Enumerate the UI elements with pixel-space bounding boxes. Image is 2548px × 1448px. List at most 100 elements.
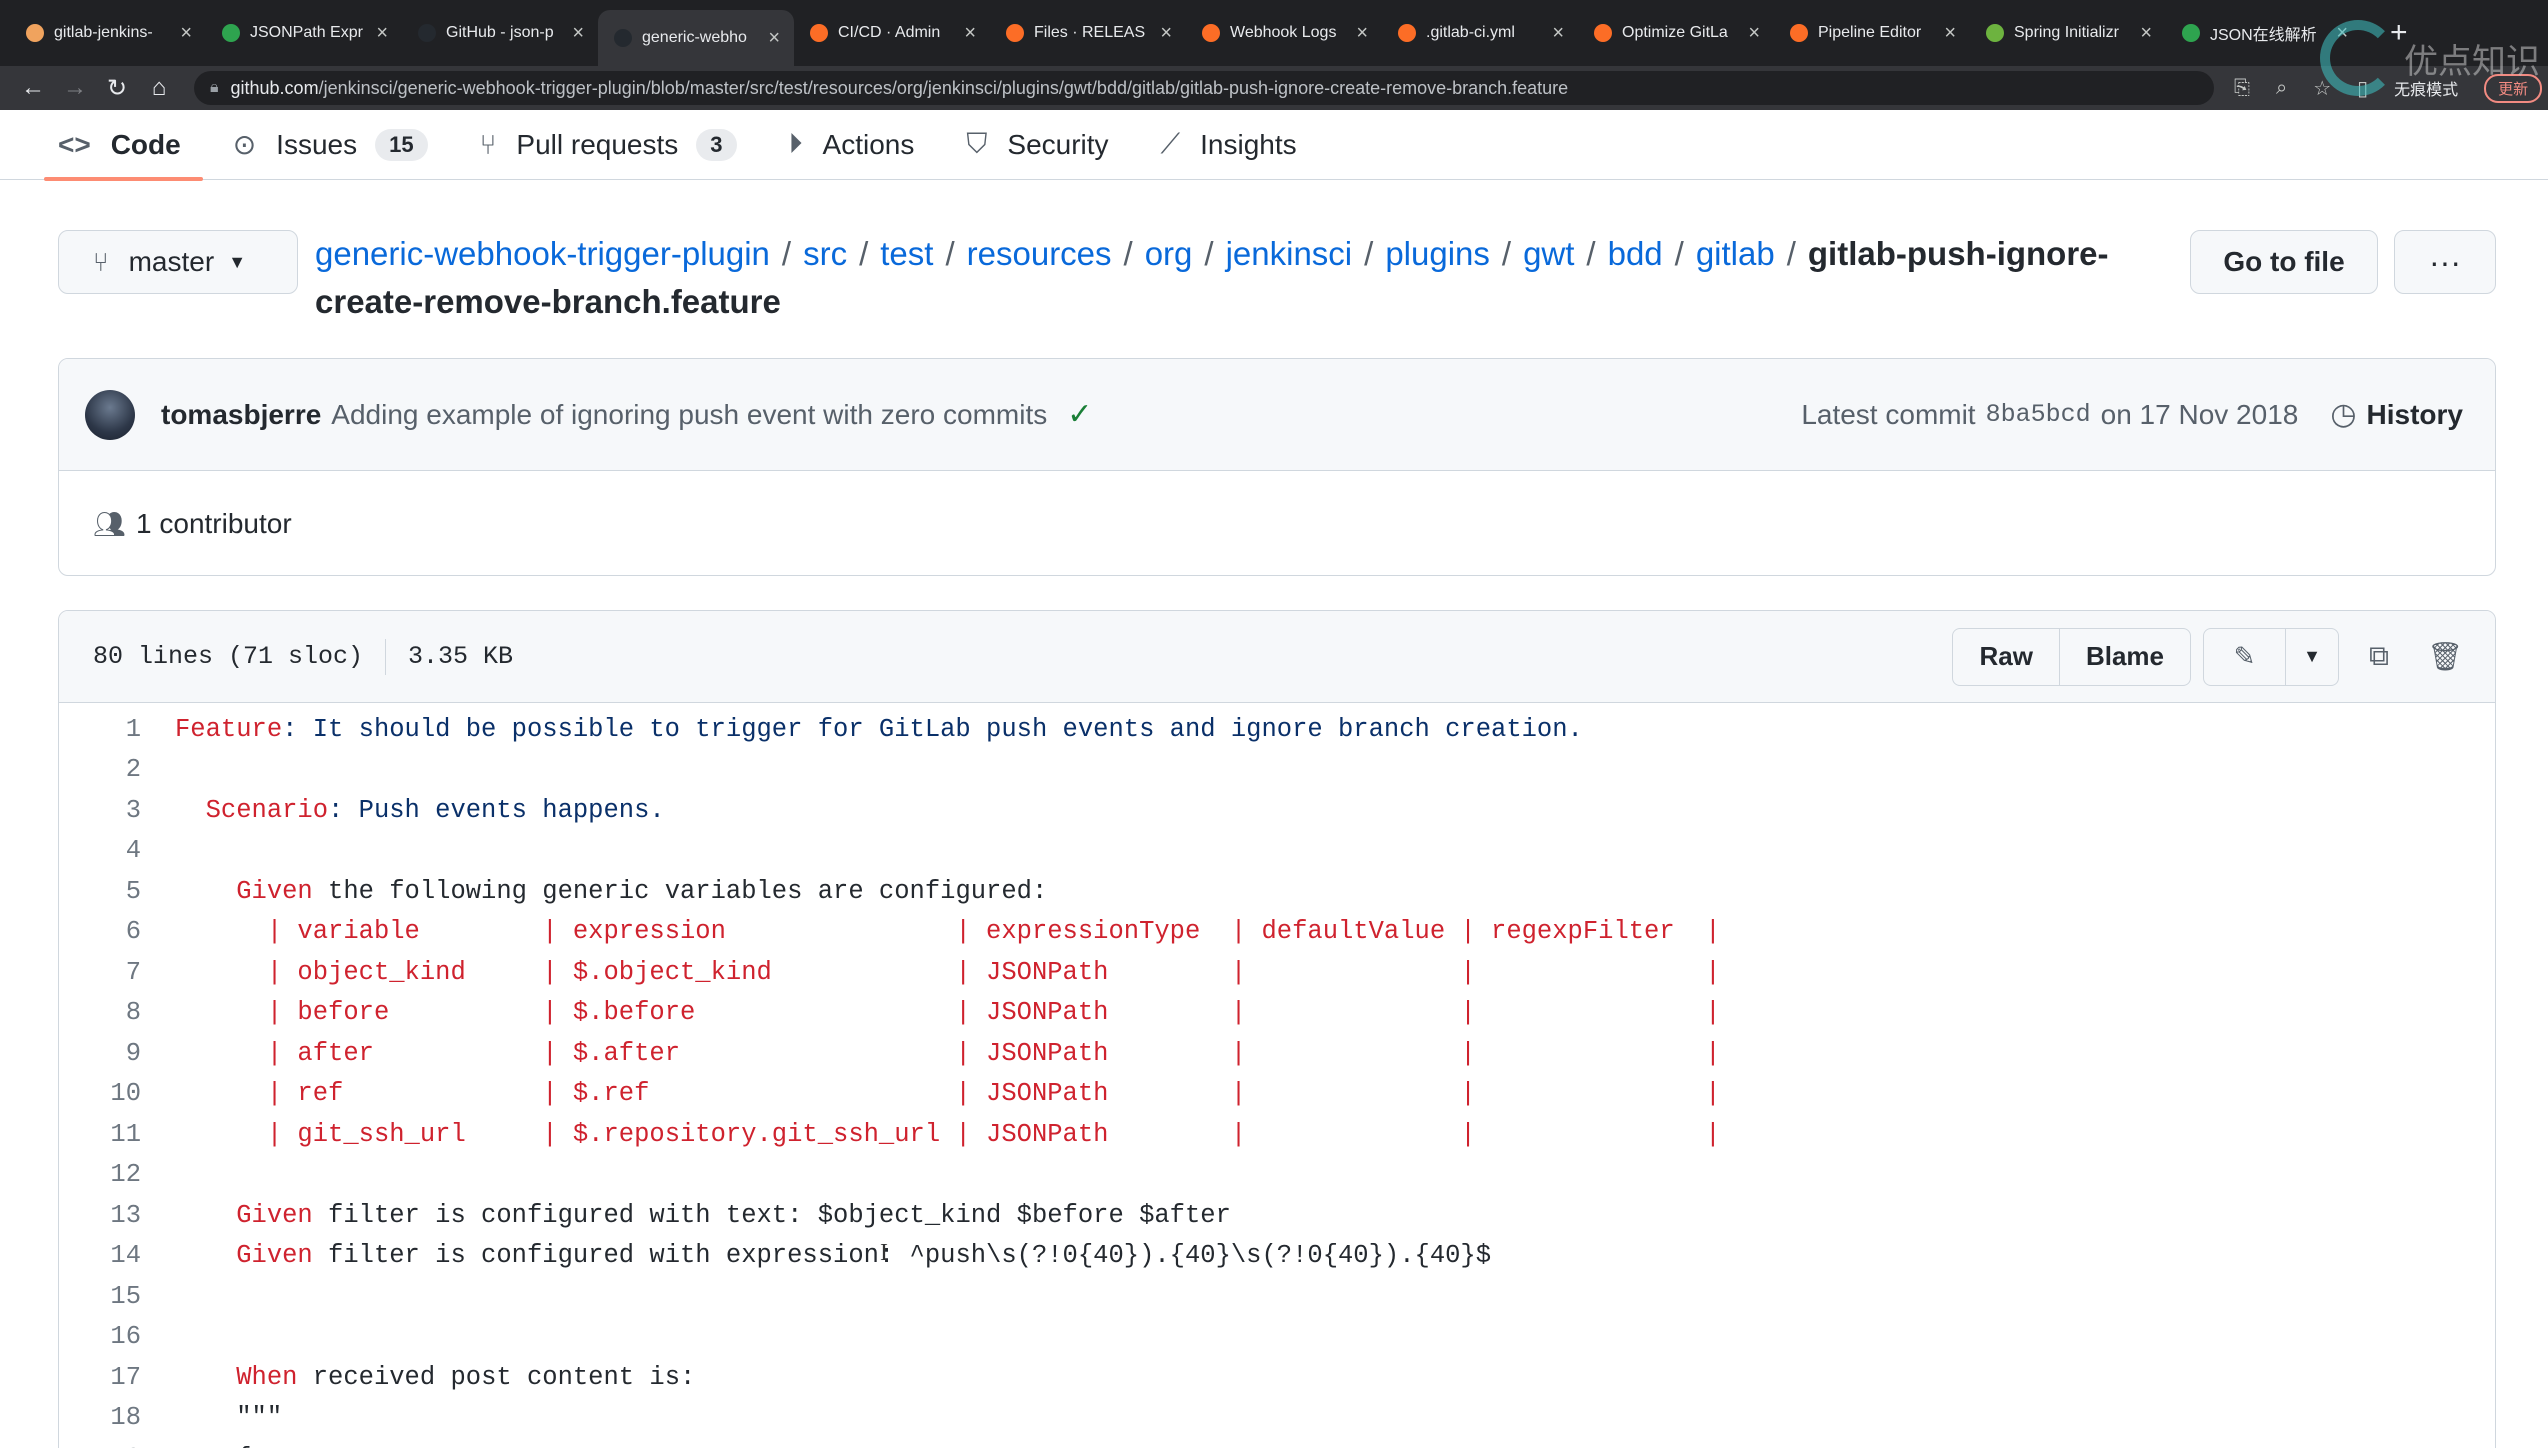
browser-tab-title: Pipeline Editor [1818, 24, 1922, 41]
breadcrumb-link[interactable]: jenkinsci [1226, 235, 1353, 272]
tab-security-label: Security [1007, 128, 1109, 160]
close-tab-icon[interactable]: × [376, 22, 388, 45]
check-icon[interactable]: ✓ [1067, 397, 1092, 432]
header-divider [385, 638, 387, 675]
breadcrumb-link[interactable]: org [1145, 235, 1193, 272]
tab-security[interactable]: ⛉ Security [966, 110, 1108, 180]
line-number[interactable]: 13 [59, 1201, 141, 1230]
trash-icon[interactable]: 🗑︎ [2419, 640, 2471, 673]
branch-select-button[interactable]: ⑂ master ▼ [58, 230, 298, 294]
blame-button[interactable]: Blame [2060, 629, 2190, 685]
line-number[interactable]: 9 [59, 1039, 141, 1068]
home-icon[interactable]: ⌂ [138, 74, 180, 102]
line-number[interactable]: 15 [59, 1282, 141, 1311]
tab-code[interactable]: <> Code [44, 110, 203, 181]
browser-tab[interactable]: gitlab-jenkins- × [10, 9, 206, 57]
tab-actions[interactable]: ⏵ Actions [789, 110, 915, 180]
avatar[interactable] [85, 389, 135, 440]
line-content: Given the following generic variables ar… [141, 877, 1047, 906]
breadcrumb-link[interactable]: plugins [1385, 235, 1490, 272]
line-number[interactable]: 7 [59, 958, 141, 987]
browser-tab[interactable]: Spring Initializr × [1970, 9, 2166, 57]
breadcrumb-link[interactable]: src [803, 235, 847, 272]
line-number[interactable]: 18 [59, 1403, 141, 1432]
breadcrumb-link[interactable]: gwt [1523, 235, 1574, 272]
git-pull-request-icon: ⑂ [479, 128, 497, 160]
browser-tab[interactable]: Files · RELEAS × [990, 9, 1186, 57]
close-tab-icon[interactable]: × [1160, 22, 1172, 45]
close-tab-icon[interactable]: × [1552, 22, 1564, 45]
line-number[interactable]: 8 [59, 998, 141, 1027]
triangle-down-icon[interactable]: ▼ [2286, 629, 2338, 685]
close-tab-icon[interactable]: × [1748, 22, 1760, 45]
tab-issues[interactable]: ⊙ Issues 15 [233, 110, 428, 180]
breadcrumb-link[interactable]: generic-webhook-trigger-plugin [315, 235, 770, 272]
line-number[interactable]: 3 [59, 796, 141, 825]
browser-tab[interactable]: generic-webho × [598, 10, 794, 66]
close-tab-icon[interactable]: × [572, 22, 584, 45]
line-number[interactable]: 19 [59, 1444, 141, 1448]
favicon-icon [810, 24, 828, 42]
more-options-button[interactable]: ··· [2394, 230, 2496, 294]
breadcrumb-link[interactable]: bdd [1608, 235, 1663, 272]
line-number[interactable]: 2 [59, 755, 141, 784]
close-tab-icon[interactable]: × [1356, 22, 1368, 45]
commit-message[interactable]: Adding example of ignoring push event wi… [331, 399, 1047, 431]
back-icon[interactable]: ← [12, 74, 54, 102]
zoom-icon[interactable]: ⌕ [2276, 77, 2287, 100]
browser-tab[interactable]: Webhook Logs × [1186, 9, 1382, 57]
line-number[interactable]: 16 [59, 1322, 141, 1351]
contributors-row[interactable]: 👥︎ 1 contributor [59, 471, 2495, 575]
commit-sha[interactable]: 8ba5bcd [1986, 400, 2091, 429]
breadcrumb-link[interactable]: test [880, 235, 933, 272]
pencil-icon[interactable]: ✎ [2204, 628, 2286, 685]
browser-tab[interactable]: Pipeline Editor × [1774, 9, 1970, 57]
line-content: Scenario: Push events happens. [141, 796, 665, 825]
close-tab-icon[interactable]: × [768, 27, 780, 50]
browser-tab[interactable]: JSONPath Expr × [206, 9, 402, 57]
breadcrumb-separator: / [1586, 235, 1596, 272]
commit-author[interactable]: tomasbjerre [161, 399, 321, 431]
address-bar[interactable]: 🔒︎ github.com/jenkinsci/generic-webhook-… [194, 71, 2214, 105]
breadcrumb-separator: / [1786, 235, 1796, 272]
browser-tab[interactable]: CI/CD · Admin × [794, 9, 990, 57]
breadcrumb-link[interactable]: resources [967, 235, 1112, 272]
forward-icon[interactable]: → [54, 74, 96, 102]
line-number[interactable]: 11 [59, 1120, 141, 1149]
gherkin-keyword: Given [236, 876, 313, 906]
line-number[interactable]: 17 [59, 1363, 141, 1392]
browser-tab[interactable]: Optimize GitLa × [1578, 9, 1774, 57]
raw-button[interactable]: Raw [1953, 628, 2060, 685]
close-tab-icon[interactable]: × [180, 22, 192, 45]
browser-tab-title: GitHub - json-p [446, 24, 554, 41]
tab-pull-requests[interactable]: ⑂ Pull requests 3 [480, 110, 737, 180]
graph-icon: ⟋ [1160, 128, 1181, 159]
reload-icon[interactable]: ↻ [96, 74, 138, 103]
line-number[interactable]: 1 [59, 715, 141, 744]
code-line: 16 [59, 1317, 2495, 1358]
close-tab-icon[interactable]: × [2140, 22, 2152, 45]
copy-icon[interactable]: ⧉ [2353, 640, 2405, 673]
breadcrumb-link[interactable]: gitlab [1696, 235, 1775, 272]
tab-insights[interactable]: ⟋ Insights [1161, 110, 1297, 180]
code-text: : It should be possible to trigger for G… [282, 714, 1583, 744]
history-link[interactable]: ◷ History [2330, 397, 2463, 432]
line-number[interactable]: 6 [59, 917, 141, 946]
code-text: | before | $.before | JSONPath | | | [266, 998, 1721, 1028]
code-text: | after | $.after | JSONPath | | | [266, 1038, 1721, 1068]
code-text: the following generic variables are conf… [312, 876, 1048, 906]
line-content: Given filter is configured with expressi… [141, 1241, 1491, 1270]
line-number[interactable]: 14 [59, 1241, 141, 1270]
close-tab-icon[interactable]: × [964, 22, 976, 45]
line-number[interactable]: 10 [59, 1079, 141, 1108]
go-to-file-button[interactable]: Go to file [2190, 230, 2378, 294]
line-number[interactable]: 5 [59, 877, 141, 906]
line-number[interactable]: 12 [59, 1160, 141, 1189]
browser-tab[interactable]: .gitlab-ci.yml × [1382, 9, 1578, 57]
browser-tab[interactable]: GitHub - json-p × [402, 9, 598, 57]
close-tab-icon[interactable]: × [1944, 22, 1956, 45]
line-number[interactable]: 4 [59, 836, 141, 865]
raw-blame-group: Raw Blame [1952, 627, 2191, 686]
translate-icon[interactable]: ⎘ [2234, 77, 2250, 100]
